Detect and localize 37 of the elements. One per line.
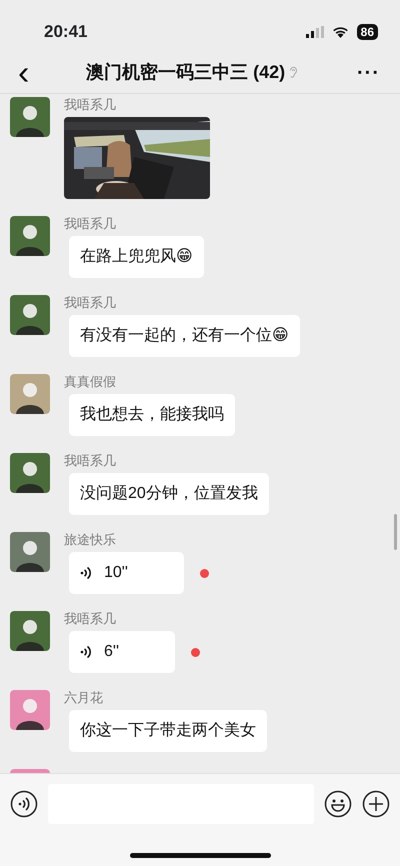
avatar[interactable] (10, 690, 50, 730)
avatar[interactable] (10, 97, 50, 137)
chat-title: 澳门机密一码三中三 (42) (86, 61, 286, 84)
sender-name: 六月花 (64, 690, 104, 706)
battery-level: 86 (356, 24, 378, 40)
sender-name: 我唔系几 (64, 216, 117, 232)
message-bubble: 有没有一起的，还有一个位😁 (69, 315, 300, 357)
voice-input-button[interactable] (10, 790, 38, 818)
sender-name: 真真假假 (64, 374, 117, 390)
message-bubble: 你这一下子带走两个美女 (69, 710, 267, 752)
status-time: 20:41 (44, 21, 88, 44)
voice-wave-icon (80, 565, 92, 581)
voice-message[interactable]: 10'' (69, 552, 184, 594)
avatar[interactable] (10, 216, 50, 256)
voice-message[interactable]: 6'' (69, 631, 176, 673)
message-bubble: 我也想去，能接我吗 (69, 394, 235, 436)
avatar[interactable] (10, 611, 50, 651)
more-button[interactable]: ··· (351, 56, 386, 88)
avatar[interactable] (10, 532, 50, 572)
ear-icon (289, 66, 298, 79)
message-bubble: 在路上兜兜风😁 (69, 236, 204, 278)
avatar[interactable] (10, 374, 50, 414)
sender-name: 我唔系几 (64, 453, 117, 469)
voice-wave-icon (80, 644, 92, 660)
avatar[interactable] (10, 295, 50, 335)
wifi-icon (332, 26, 349, 38)
add-button[interactable] (362, 790, 390, 818)
sender-name: 我唔系几 (64, 611, 117, 627)
emoji-button[interactable] (324, 790, 352, 818)
back-button[interactable]: ‹ (14, 58, 34, 88)
sender-name: 我唔系几 (64, 295, 117, 311)
sender-name: 我唔系几 (64, 97, 117, 113)
signal-icon (306, 26, 324, 38)
scrollbar (394, 514, 397, 550)
message-bubble: 没问题20分钟，位置发我 (69, 473, 269, 515)
sender-name: 旅途快乐 (64, 532, 117, 548)
avatar[interactable] (10, 453, 50, 493)
